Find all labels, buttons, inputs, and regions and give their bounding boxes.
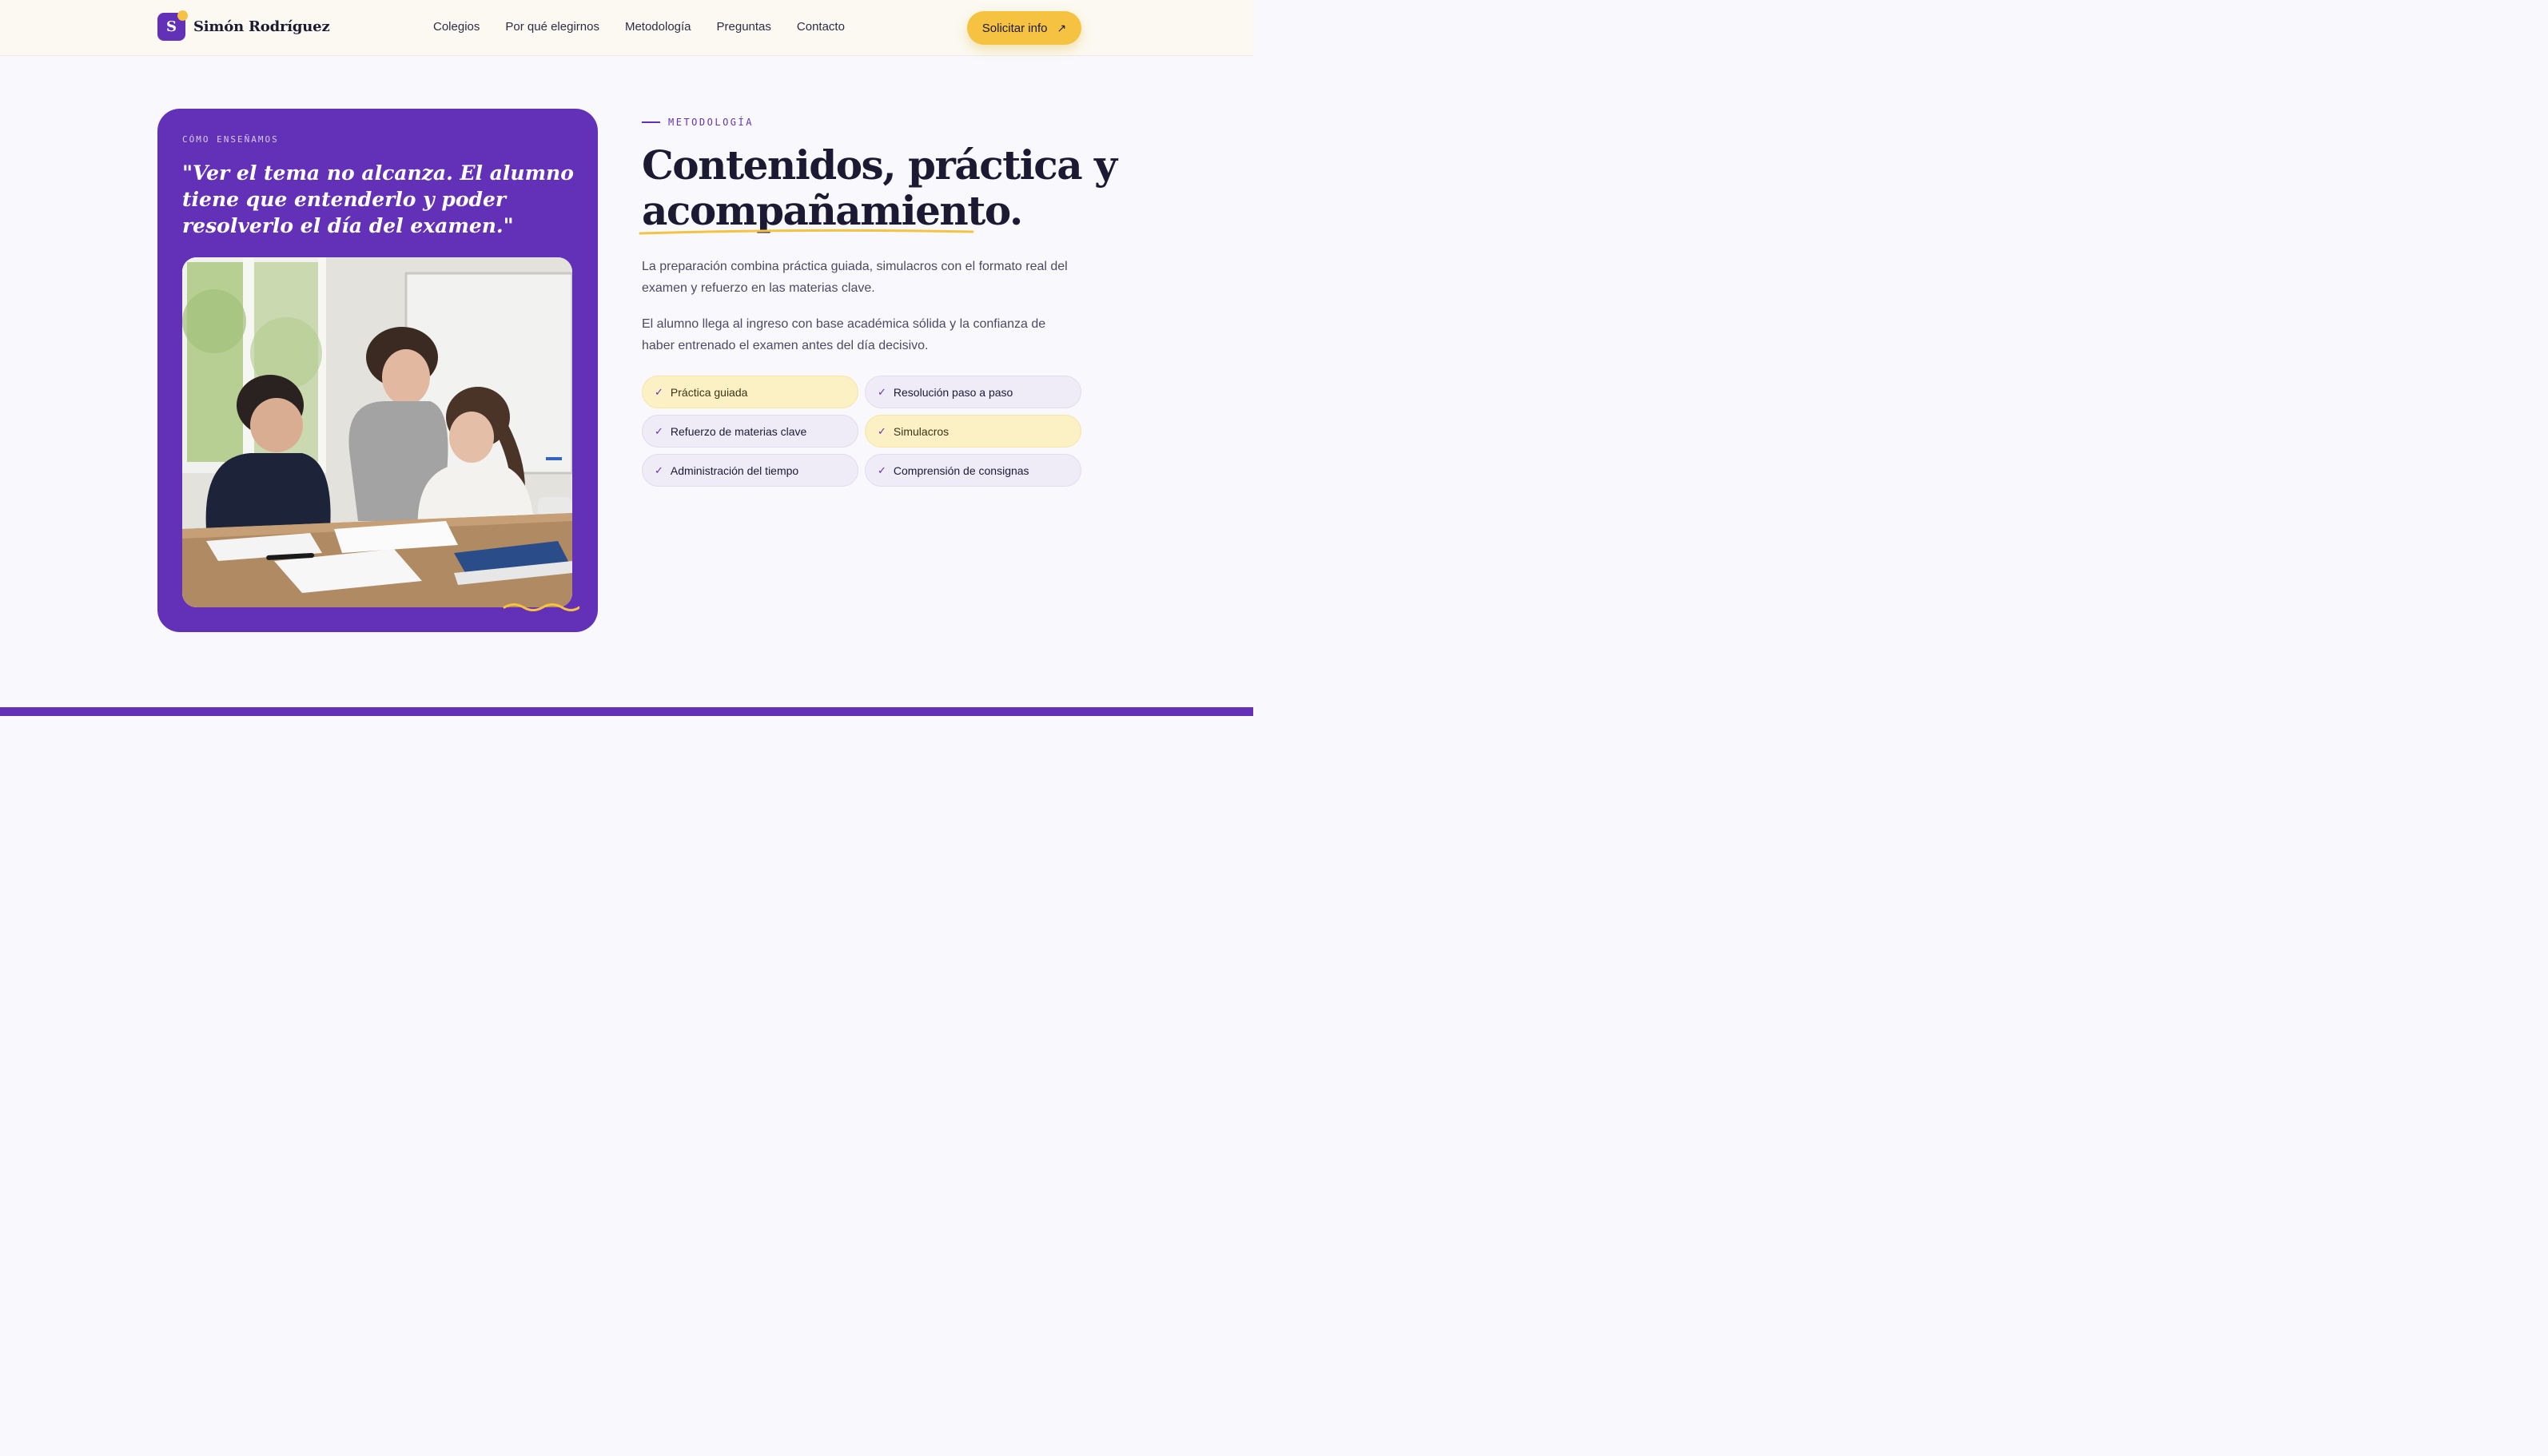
highlight-underline-icon	[639, 229, 974, 235]
feature-label: Administración del tiempo	[670, 463, 799, 477]
section-eyebrow: METODOLOGÍA	[668, 117, 754, 128]
arrow-up-right-icon: ↗	[1057, 21, 1067, 34]
check-icon: ✓	[655, 463, 663, 476]
title-line-1: Contenidos, práctica y	[642, 141, 1117, 189]
logo-dot-icon	[177, 10, 188, 21]
site-header: S Simón Rodríguez Colegios Por qué elegi…	[0, 0, 1253, 56]
nav-item-colegios[interactable]: Colegios	[433, 20, 480, 34]
section-eyebrow-row: METODOLOGÍA	[642, 117, 754, 128]
brand-name: Simón Rodríguez	[193, 18, 330, 35]
eyebrow-line	[642, 121, 660, 123]
nav-item-contacto[interactable]: Contacto	[797, 20, 845, 34]
card-quote: "Ver el tema no alcanza. El alumno tiene…	[182, 161, 574, 237]
card-eyebrow: CÓMO ENSEÑAMOS	[182, 134, 279, 145]
feature-label: Comprensión de consignas	[893, 463, 1029, 477]
wave-decoration-icon	[503, 603, 579, 611]
check-icon: ✓	[655, 424, 663, 437]
check-icon: ✓	[655, 385, 663, 398]
method-card: CÓMO ENSEÑAMOS "Ver el tema no alcanza. …	[157, 109, 598, 632]
logo-initial: S	[166, 18, 177, 35]
feature-pill-practica-guiada: ✓ Práctica guiada	[642, 376, 858, 408]
classroom-illustration	[182, 257, 572, 607]
nav-item-metodologia[interactable]: Metodología	[625, 20, 691, 34]
logo-mark: S	[157, 10, 188, 41]
brand-logo[interactable]: S Simón Rodríguez	[157, 10, 330, 41]
teacher-helping-students-photo	[182, 257, 572, 607]
nav-item-por-que-elegirnos[interactable]: Por qué elegirnos	[505, 20, 599, 34]
cta-label: Solicitar info	[981, 21, 1048, 35]
nav-item-preguntas[interactable]: Preguntas	[717, 20, 771, 34]
section-paragraph-1: La preparación combina práctica guiada, …	[642, 260, 1068, 295]
feature-pill-resolucion: ✓ Resolución paso a paso	[865, 376, 1081, 408]
check-icon: ✓	[878, 385, 886, 398]
section-paragraph-2: El alumno llega al ingreso con base acad…	[642, 317, 1046, 352]
feature-label: Práctica guiada	[670, 385, 748, 399]
title-line-2-wrap: acompañamiento.	[639, 188, 1023, 235]
section-title: Contenidos, práctica y acompañamiento.	[639, 141, 1121, 235]
feature-label: Simulacros	[893, 424, 950, 438]
solicitar-info-button[interactable]: Solicitar info ↗	[967, 11, 1081, 45]
main-nav: Colegios Por qué elegirnos Metodología P…	[433, 20, 845, 34]
feature-label: Resolución paso a paso	[893, 385, 1013, 399]
feature-label: Refuerzo de materias clave	[670, 424, 807, 438]
next-section-band	[0, 707, 1253, 716]
feature-pill-consignas: ✓ Comprensión de consignas	[865, 454, 1081, 487]
feature-pill-simulacros: ✓ Simulacros	[865, 415, 1081, 448]
feature-pill-refuerzo: ✓ Refuerzo de materias clave	[642, 415, 858, 448]
check-icon: ✓	[878, 424, 886, 437]
feature-pill-tiempo: ✓ Administración del tiempo	[642, 454, 858, 487]
feature-pills: ✓ Práctica guiada ✓ Resolución paso a pa…	[642, 376, 1082, 487]
check-icon: ✓	[878, 463, 886, 476]
